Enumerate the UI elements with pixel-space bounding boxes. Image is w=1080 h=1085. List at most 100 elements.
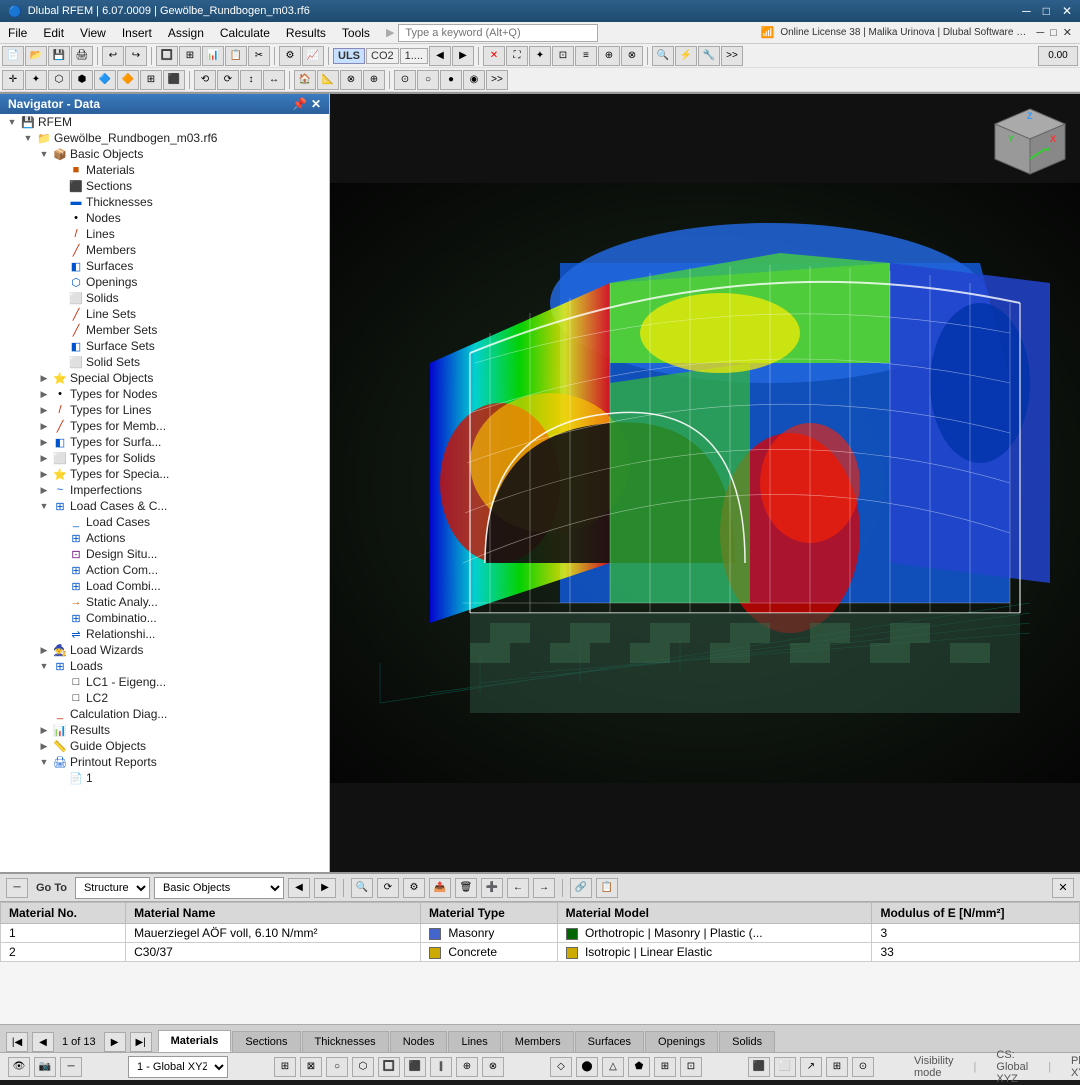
types-members-toggle[interactable]: ▶ bbox=[36, 421, 52, 432]
tree-relationships[interactable]: ⇌ Relationshi... bbox=[0, 626, 329, 642]
pagination-next[interactable]: ▶ bbox=[104, 1032, 126, 1052]
tb-tool3[interactable]: ⊡ bbox=[552, 46, 574, 66]
pagination-first[interactable]: |◀ bbox=[6, 1032, 28, 1052]
tb-right1[interactable]: 🔍 bbox=[652, 46, 674, 66]
bt-arrow2[interactable]: → bbox=[533, 878, 555, 898]
status-tb7[interactable]: ∥ bbox=[430, 1057, 452, 1077]
tb2-btn11[interactable]: ↕ bbox=[240, 70, 262, 90]
tree-loads[interactable]: ▼ ⊞ Loads bbox=[0, 658, 329, 674]
tb2-btn13[interactable]: 🏠 bbox=[294, 70, 316, 90]
tree-printout-reports[interactable]: ▼ 🖨 Printout Reports bbox=[0, 754, 329, 770]
results-toggle[interactable]: ▶ bbox=[36, 725, 52, 736]
tb2-btn8[interactable]: ⬛ bbox=[163, 70, 185, 90]
tb-num-input[interactable]: 0.00 bbox=[1038, 46, 1078, 66]
tree-nodes[interactable]: • Nodes bbox=[0, 210, 329, 226]
minimize-button[interactable]: ─ bbox=[1022, 4, 1031, 18]
menu-view[interactable]: View bbox=[72, 24, 114, 42]
types-nodes-toggle[interactable]: ▶ bbox=[36, 389, 52, 400]
tree-solid-sets[interactable]: ⬜ Solid Sets bbox=[0, 354, 329, 370]
tree-types-special[interactable]: ▶ ⭐ Types for Specia... bbox=[0, 466, 329, 482]
tb2-btn6[interactable]: 🔶 bbox=[117, 70, 139, 90]
tree-members[interactable]: ╱ Members bbox=[0, 242, 329, 258]
tree-load-cases-combo[interactable]: ▼ ⊞ Load Cases & C... bbox=[0, 498, 329, 514]
toolbar-btn-3[interactable]: 🔲 bbox=[156, 46, 178, 66]
status-tb20[interactable]: ⊙ bbox=[852, 1057, 874, 1077]
structure-dropdown[interactable]: Structure bbox=[75, 877, 150, 899]
viewport-3d[interactable]: X Y Z bbox=[330, 94, 1080, 872]
tb2-btn3[interactable]: ⬡ bbox=[48, 70, 70, 90]
printout-reports-toggle[interactable]: ▼ bbox=[36, 757, 52, 767]
nav-back-button[interactable]: ◀ bbox=[288, 878, 310, 898]
bt-filter[interactable]: 🔍 bbox=[351, 878, 373, 898]
tb-x-btn[interactable]: ✕ bbox=[483, 46, 505, 66]
tab-solids[interactable]: Solids bbox=[719, 1031, 775, 1052]
status-tb5[interactable]: 🔲 bbox=[378, 1057, 400, 1077]
nav-close-button[interactable]: ✕ bbox=[311, 97, 321, 111]
tree-results[interactable]: ▶ 📊 Results bbox=[0, 722, 329, 738]
menu-calculate[interactable]: Calculate bbox=[212, 24, 278, 42]
tree-design-situ[interactable]: ⊡ Design Situ... bbox=[0, 546, 329, 562]
bt-clipboard[interactable]: 📋 bbox=[596, 878, 618, 898]
tb2-btn14[interactable]: 📐 bbox=[317, 70, 339, 90]
menu-file[interactable]: File bbox=[0, 24, 35, 42]
tb2-btn20[interactable]: ◉ bbox=[463, 70, 485, 90]
toolbar-btn-6[interactable]: 📋 bbox=[225, 46, 247, 66]
status-tb1[interactable]: ⊞ bbox=[274, 1057, 296, 1077]
status-tb2[interactable]: ⊠ bbox=[300, 1057, 322, 1077]
tb2-btn2[interactable]: ✦ bbox=[25, 70, 47, 90]
bt-export[interactable]: 📤 bbox=[429, 878, 451, 898]
status-tb8[interactable]: ⊕ bbox=[456, 1057, 478, 1077]
status-tb17[interactable]: ⬜ bbox=[774, 1057, 796, 1077]
menu-edit[interactable]: Edit bbox=[35, 24, 72, 42]
nav-next-button[interactable]: ▶ bbox=[452, 46, 474, 66]
tb-tool1[interactable]: ⛶ bbox=[506, 46, 528, 66]
types-lines-toggle[interactable]: ▶ bbox=[36, 405, 52, 416]
tree-static-analy[interactable]: → Static Analy... bbox=[0, 594, 329, 610]
tree-file[interactable]: ▼ 📁 Gewölbe_Rundbogen_m03.rf6 bbox=[0, 130, 329, 146]
status-tb11[interactable]: ⬤ bbox=[576, 1057, 598, 1077]
results-button[interactable]: 📈 bbox=[302, 46, 324, 66]
tree-load-combi[interactable]: ⊞ Load Combi... bbox=[0, 578, 329, 594]
tb2-btn4[interactable]: ⬢ bbox=[71, 70, 93, 90]
load-cases-combo-toggle[interactable]: ▼ bbox=[36, 501, 52, 511]
status-dash-button[interactable]: ─ bbox=[60, 1057, 82, 1077]
tab-sections[interactable]: Sections bbox=[232, 1031, 300, 1052]
tree-types-surfaces[interactable]: ▶ ◧ Types for Surfa... bbox=[0, 434, 329, 450]
tb-tool6[interactable]: ⊗ bbox=[621, 46, 643, 66]
tab-members[interactable]: Members bbox=[502, 1031, 574, 1052]
tb2-btn10[interactable]: ⟳ bbox=[217, 70, 239, 90]
tree-calc-diag[interactable]: _ Calculation Diag... bbox=[0, 706, 329, 722]
tree-surfaces[interactable]: ◧ Surfaces bbox=[0, 258, 329, 274]
tb2-overflow[interactable]: >> bbox=[486, 70, 508, 90]
tree-actions[interactable]: ⊞ Actions bbox=[0, 530, 329, 546]
tree-report-1[interactable]: 📄 1 bbox=[0, 770, 329, 786]
menu-assign[interactable]: Assign bbox=[160, 24, 212, 42]
tb2-btn15[interactable]: ⊗ bbox=[340, 70, 362, 90]
bt-arrow1[interactable]: ← bbox=[507, 878, 529, 898]
title-bar-controls[interactable]: ─ □ ✕ bbox=[1022, 4, 1072, 18]
bt-settings[interactable]: ⚙ bbox=[403, 878, 425, 898]
bt-panel-close[interactable]: ✕ bbox=[1052, 878, 1074, 898]
tree-line-sets[interactable]: ╱ Line Sets bbox=[0, 306, 329, 322]
open-button[interactable]: 📂 bbox=[25, 46, 47, 66]
load-wizards-toggle[interactable]: ▶ bbox=[36, 645, 52, 656]
status-tb15[interactable]: ⊡ bbox=[680, 1057, 702, 1077]
save-button[interactable]: 💾 bbox=[48, 46, 70, 66]
tb2-btn5[interactable]: 🔷 bbox=[94, 70, 116, 90]
special-toggle[interactable]: ▶ bbox=[36, 373, 52, 384]
status-tb13[interactable]: ⬟ bbox=[628, 1057, 650, 1077]
nav-fwd-button[interactable]: ▶ bbox=[314, 878, 336, 898]
bt-refresh[interactable]: ⟳ bbox=[377, 878, 399, 898]
tb-tool2[interactable]: ✦ bbox=[529, 46, 551, 66]
types-special-toggle[interactable]: ▶ bbox=[36, 469, 52, 480]
tree-types-members[interactable]: ▶ ╱ Types for Memb... bbox=[0, 418, 329, 434]
status-cam-button[interactable]: 📷 bbox=[34, 1057, 56, 1077]
tb2-btn19[interactable]: ● bbox=[440, 70, 462, 90]
tab-surfaces[interactable]: Surfaces bbox=[575, 1031, 644, 1052]
pagination-prev[interactable]: ◀ bbox=[32, 1032, 54, 1052]
tree-member-sets[interactable]: ╱ Member Sets bbox=[0, 322, 329, 338]
tb-right2[interactable]: ⚡ bbox=[675, 46, 697, 66]
panel-minimize-button[interactable]: ─ bbox=[6, 878, 28, 898]
toolbar-btn-5[interactable]: 📊 bbox=[202, 46, 224, 66]
tb2-btn9[interactable]: ⟲ bbox=[194, 70, 216, 90]
